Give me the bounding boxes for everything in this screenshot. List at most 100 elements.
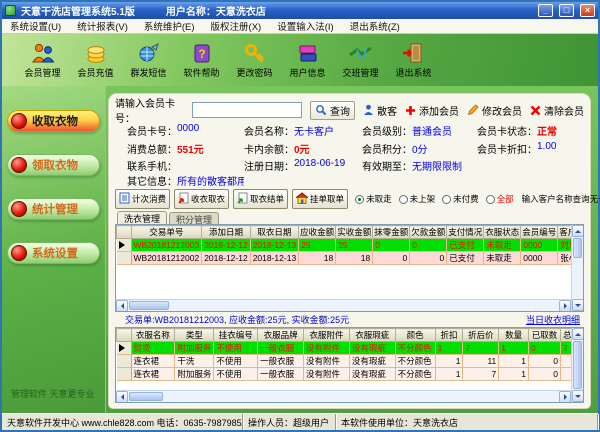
scroll-left-button[interactable] xyxy=(116,300,128,312)
scroll-thumb[interactable] xyxy=(573,341,582,389)
menu-item[interactable]: 版权注册(X) xyxy=(211,19,262,33)
column-header[interactable]: 衣服名称 xyxy=(131,329,175,342)
table-cell: 2018-12-13 xyxy=(250,239,298,252)
menu-item[interactable]: 统计报表(V) xyxy=(77,19,128,33)
column-header[interactable]: 折后价 xyxy=(463,329,499,342)
query-button[interactable]: 查询 xyxy=(310,101,355,120)
table-row[interactable]: WB201812120032018-12-122018-12-13252500已… xyxy=(117,239,585,252)
card-number-input[interactable] xyxy=(192,102,302,118)
toolbar-button-exit[interactable]: 退出系统 xyxy=(387,41,440,79)
menu-item[interactable]: 系统维护(E) xyxy=(144,19,195,33)
table-row[interactable]: WB201812120022018-12-122018-12-13181800已… xyxy=(117,252,585,265)
action-button-settle[interactable]: 取衣结单 xyxy=(233,189,288,209)
column-header[interactable]: 抹零金额 xyxy=(373,226,410,239)
filter-radio-未付费[interactable]: 未付费 xyxy=(442,193,479,205)
scroll-left-button[interactable] xyxy=(116,391,128,403)
column-header[interactable]: 衣服品牌 xyxy=(258,329,304,342)
sidebar-item-收取衣物[interactable]: 收取衣物 xyxy=(7,110,100,132)
action-button-count[interactable]: 计次消费 xyxy=(115,189,170,209)
column-header[interactable]: 取衣日期 xyxy=(250,226,298,239)
filter-radio-未上架[interactable]: 未上架 xyxy=(399,193,436,205)
pickup-icon xyxy=(296,192,308,206)
table-cell: 附加服务 xyxy=(175,368,214,381)
walkin-button[interactable]: 散客 xyxy=(363,103,397,118)
daily-receipts-link[interactable]: 当日收衣明细 xyxy=(526,313,580,326)
table-cell: 0000 xyxy=(521,239,558,252)
column-header[interactable]: 添加日期 xyxy=(202,226,250,239)
column-header[interactable]: 挂衣编号 xyxy=(214,329,258,342)
menu-bar: 系统设置(U) 统计报表(V) 系统维护(E) 版权注册(X) 设置输入法(I) 退出系统… xyxy=(2,19,598,34)
field-label: 会员卡折扣： xyxy=(477,141,537,156)
scroll-up-button[interactable] xyxy=(572,225,584,237)
items-vertical-scrollbar[interactable] xyxy=(571,328,583,402)
exit-icon xyxy=(401,41,427,65)
table-cell: 一般衣服 xyxy=(258,368,304,381)
items-horizontal-scrollbar[interactable] xyxy=(116,390,571,402)
maximize-button[interactable]: □ xyxy=(559,4,574,17)
clear-member-button[interactable]: 清除会员 xyxy=(530,103,584,118)
table-row[interactable]: 连衣裙附加服务不使用一般衣服没有附件没有瑕疵不分颜色1710 xyxy=(117,368,583,381)
scroll-up-button[interactable] xyxy=(572,328,584,340)
filter-radio-全部[interactable]: 全部 xyxy=(486,193,514,205)
menu-item[interactable]: 设置输入法(I) xyxy=(277,19,333,33)
settle-icon xyxy=(237,192,248,206)
column-header[interactable]: 应收金额 xyxy=(299,226,336,239)
sms-icon xyxy=(136,41,162,65)
orders-horizontal-scrollbar[interactable] xyxy=(116,299,571,311)
table-cell: 0 xyxy=(529,342,561,355)
column-header[interactable]: 类型 xyxy=(175,329,214,342)
receive-icon xyxy=(178,192,189,206)
toolbar-button-sms[interactable]: 群发短信 xyxy=(122,41,175,79)
table-row[interactable]: 连衣裙干洗不使用一般衣服没有附件没有瑕疵不分颜色11110 xyxy=(117,355,583,368)
toolbar-button-members[interactable]: 会员管理 xyxy=(16,41,69,79)
toolbar-button-help[interactable]: ?软件帮助 xyxy=(175,41,228,79)
toolbar-button-userinfo[interactable]: 用户信息 xyxy=(281,41,334,79)
action-button-pickup[interactable]: 挂单取单 xyxy=(292,189,348,209)
column-header[interactable]: 实收金额 xyxy=(336,226,373,239)
member-field: 联系手机： xyxy=(127,158,244,173)
scroll-down-button[interactable] xyxy=(572,299,584,311)
table-cell: 2018-12-13 xyxy=(250,252,298,265)
column-header[interactable]: 衣服附件 xyxy=(304,329,350,342)
minimize-button[interactable]: _ xyxy=(538,4,553,17)
column-header[interactable]: 已取数 xyxy=(529,329,561,342)
scroll-thumb[interactable] xyxy=(573,238,582,258)
table-cell: 干洗 xyxy=(175,355,214,368)
column-header[interactable]: 衣服瑕疵 xyxy=(349,329,395,342)
action-button-receive[interactable]: 收衣取衣 xyxy=(174,189,229,209)
table-cell: 0 xyxy=(373,239,410,252)
toolbar-button-shift[interactable]: 交班管理 xyxy=(334,41,387,79)
toolbar-button-recharge[interactable]: 会员充值 xyxy=(69,41,122,79)
field-label: 消费总额： xyxy=(127,141,177,156)
add-member-button[interactable]: 添加会员 xyxy=(405,103,459,118)
column-header[interactable]: 衣服状态 xyxy=(484,226,521,239)
menu-item[interactable]: 系统设置(U) xyxy=(10,19,61,33)
column-header[interactable]: 会员编号 xyxy=(521,226,558,239)
column-header[interactable]: 数量 xyxy=(499,329,529,342)
close-button[interactable]: × xyxy=(580,4,595,17)
table-cell: 0 xyxy=(529,368,561,381)
column-header[interactable]: 支付情况 xyxy=(447,226,484,239)
sidebar-item-系统设置[interactable]: 系统设置 xyxy=(7,242,100,264)
scroll-down-button[interactable] xyxy=(572,390,584,402)
column-header[interactable]: 颜色 xyxy=(395,329,435,342)
menu-item[interactable]: 退出系统(Z) xyxy=(350,19,400,33)
sidebar-item-领取衣物[interactable]: 领取衣物 xyxy=(7,154,100,176)
column-header[interactable]: 交易单号 xyxy=(131,226,202,239)
field-value: 无期限限制 xyxy=(412,158,462,173)
row-marker-icon xyxy=(119,344,129,352)
toolbar-button-password[interactable]: 更改密码 xyxy=(228,41,281,79)
column-header[interactable]: 欠款金额 xyxy=(410,226,447,239)
sidebar-item-统计管理[interactable]: 统计管理 xyxy=(7,198,100,220)
scroll-thumb[interactable] xyxy=(129,392,163,401)
tab-洗衣管理[interactable]: 洗衣管理 xyxy=(117,211,167,225)
modify-member-button[interactable]: 修改会员 xyxy=(467,103,522,118)
scroll-right-button[interactable] xyxy=(559,300,571,312)
table-row[interactable]: 熨烫附加服务不使用一般衣服没有附件没有瑕疵不分颜色17107 xyxy=(117,342,583,355)
orders-vertical-scrollbar[interactable] xyxy=(571,225,583,311)
filter-radio-未取走[interactable]: 未取走 xyxy=(355,193,392,205)
table-cell: 未取走 xyxy=(484,252,521,265)
scroll-right-button[interactable] xyxy=(559,391,571,403)
column-header[interactable]: 折扣 xyxy=(435,329,463,342)
scroll-thumb[interactable] xyxy=(129,301,169,310)
